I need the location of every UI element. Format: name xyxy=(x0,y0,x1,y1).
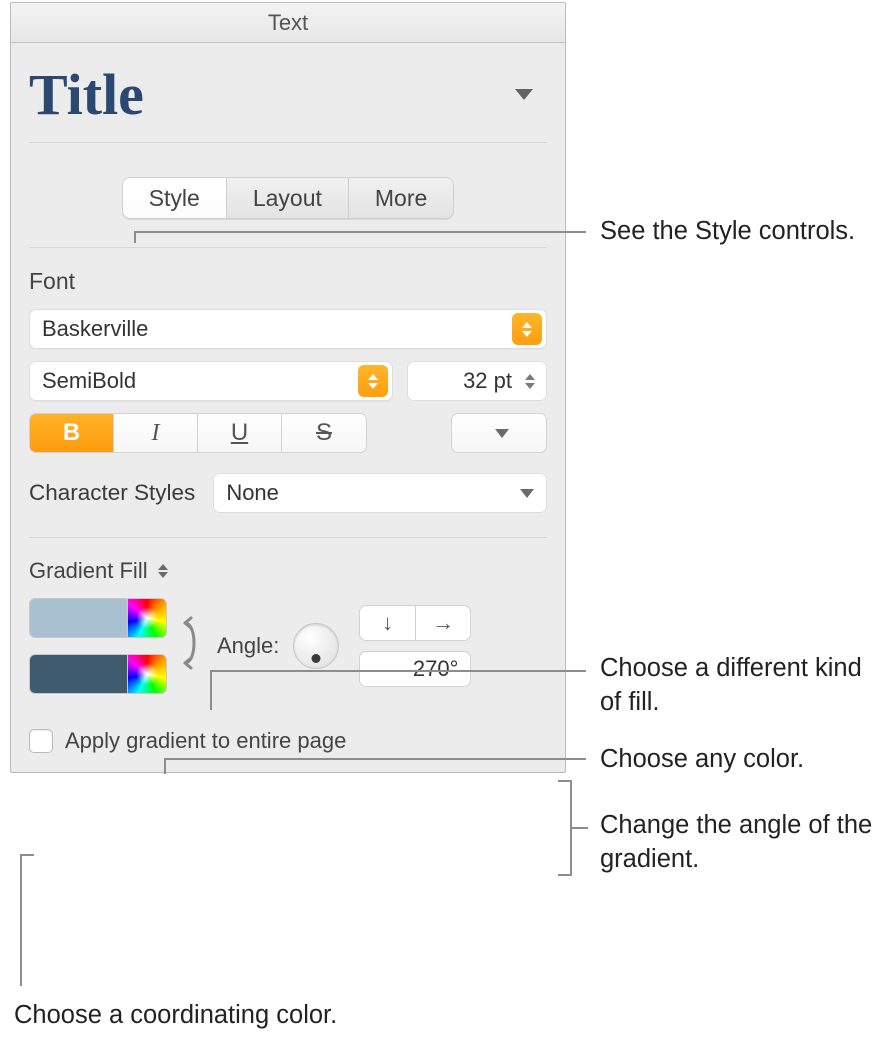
stepper-arrows-icon xyxy=(358,365,388,397)
text-style-group: B I U S xyxy=(29,413,367,453)
strikethrough-button[interactable]: S xyxy=(282,414,366,452)
callout-any-color: Choose any color. xyxy=(600,742,804,776)
fill-type-popup[interactable] xyxy=(156,564,170,578)
angle-value-field[interactable]: 270° xyxy=(359,651,471,687)
callout-leader xyxy=(572,827,588,829)
gradient-color-1-picker[interactable] xyxy=(127,598,167,638)
underline-button[interactable]: U xyxy=(198,414,282,452)
angle-label: Angle: xyxy=(217,633,279,659)
chevron-down-icon xyxy=(515,89,533,100)
callout-leader xyxy=(164,758,586,760)
angle-dial[interactable] xyxy=(293,623,339,669)
font-section-label: Font xyxy=(29,248,547,309)
font-size-value: 32 pt xyxy=(408,368,520,394)
paragraph-style-name: Title xyxy=(29,61,144,128)
italic-button[interactable]: I xyxy=(114,414,198,452)
callout-leader xyxy=(20,854,22,986)
swap-colors-icon[interactable] xyxy=(175,611,203,681)
callout-leader xyxy=(210,670,586,672)
tab-layout[interactable]: Layout xyxy=(226,177,348,219)
tab-style[interactable]: Style xyxy=(122,177,226,219)
angle-right-button[interactable]: → xyxy=(416,606,471,640)
callout-style-controls: See the Style controls. xyxy=(600,214,855,248)
text-inspector-panel: Text Title Style Layout More Font Basker… xyxy=(10,2,566,773)
callout-coord-color: Choose a coordinating color. xyxy=(14,998,337,1032)
bold-button[interactable]: B xyxy=(30,414,114,452)
tabs-segmented-control: Style Layout More xyxy=(122,177,455,219)
font-weight-select[interactable]: SemiBold xyxy=(29,361,393,401)
arrow-right-icon: → xyxy=(432,610,454,636)
fill-type-label: Gradient Fill xyxy=(29,558,148,584)
apply-gradient-page-label: Apply gradient to entire page xyxy=(65,728,346,754)
gradient-color-2-picker[interactable] xyxy=(127,654,167,694)
font-size-stepper[interactable]: 32 pt xyxy=(407,361,547,401)
callout-fill-kind: Choose a different kind of fill. xyxy=(600,651,883,720)
font-family-select[interactable]: Baskerville xyxy=(29,309,547,349)
stepper-arrows-icon xyxy=(520,374,540,389)
font-weight-value: SemiBold xyxy=(42,368,136,394)
chevron-down-icon xyxy=(495,429,509,438)
arrow-down-icon: ↓ xyxy=(382,610,393,636)
paragraph-style-dropdown[interactable] xyxy=(501,79,547,110)
angle-direction-segmented: ↓ → xyxy=(359,605,471,641)
callout-leader xyxy=(134,231,586,233)
angle-down-button[interactable]: ↓ xyxy=(360,606,416,640)
advanced-options-button[interactable] xyxy=(451,413,547,453)
gradient-color-1-well[interactable] xyxy=(29,598,127,638)
tab-more[interactable]: More xyxy=(348,177,454,219)
character-styles-value: None xyxy=(226,480,279,506)
character-styles-select[interactable]: None xyxy=(213,473,547,513)
callout-leader xyxy=(134,231,136,243)
callout-angle: Change the angle of the gradient. xyxy=(600,808,883,877)
chevron-down-icon xyxy=(520,489,534,498)
callout-leader xyxy=(164,758,166,774)
font-family-value: Baskerville xyxy=(42,316,148,342)
callout-leader xyxy=(210,670,212,710)
apply-gradient-page-checkbox[interactable] xyxy=(29,729,53,753)
panel-title: Text xyxy=(11,3,565,43)
gradient-color-2-well[interactable] xyxy=(29,654,127,694)
callout-leader xyxy=(20,854,34,856)
stepper-arrows-icon xyxy=(512,313,542,345)
character-styles-label: Character Styles xyxy=(29,480,195,506)
